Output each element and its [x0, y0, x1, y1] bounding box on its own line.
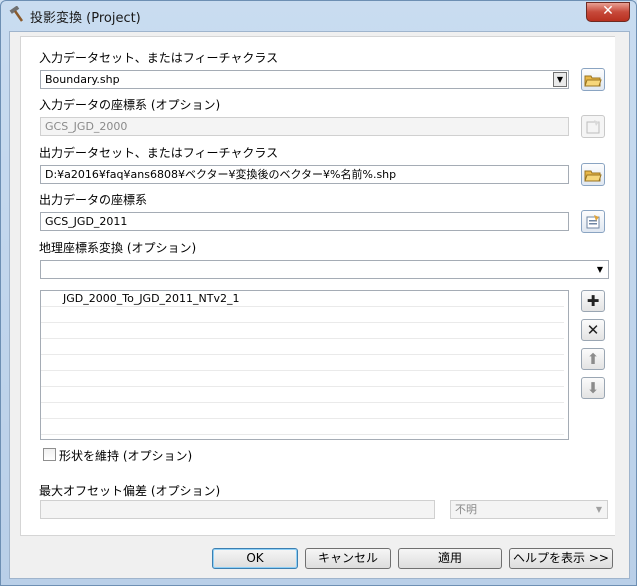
max-offset-label: 最大オフセット偏差 (オプション) — [39, 484, 221, 498]
properties-icon — [586, 215, 600, 229]
list-item[interactable] — [41, 419, 564, 435]
input-crs-label: 入力データの座標系 (オプション) — [39, 98, 221, 112]
geo-transform-label: 地理座標系変換 (オプション) — [39, 241, 197, 255]
list-item[interactable] — [41, 403, 564, 419]
output-dataset-field[interactable]: D:¥a2016¥faq¥ans6808¥ベクター¥変換後のベクター¥%名前%.… — [40, 165, 569, 184]
output-crs-properties-button[interactable] — [581, 210, 605, 233]
max-offset-unit-combo: 不明 ▼ — [450, 500, 608, 519]
list-item[interactable] — [41, 323, 564, 339]
open-folder-icon — [584, 170, 602, 182]
input-crs-field: GCS_JGD_2000 — [40, 117, 569, 136]
move-down-button: ⬇ — [581, 377, 605, 399]
dialog-window: 投影変換 (Project) ✕ 入力データセット、またはフィーチャクラス Bo… — [0, 0, 637, 586]
chevron-down-icon[interactable]: ▼ — [553, 72, 567, 87]
list-item[interactable]: JGD_2000_To_JGD_2011_NTv2_1 — [41, 291, 564, 307]
input-crs-properties-button — [581, 115, 605, 138]
input-dataset-label: 入力データセット、またはフィーチャクラス — [39, 51, 279, 65]
list-item[interactable] — [41, 371, 564, 387]
output-crs-field[interactable]: GCS_JGD_2011 — [40, 212, 569, 231]
geo-transform-combo[interactable]: ▼ — [40, 260, 609, 279]
add-item-button[interactable]: ✚ — [581, 290, 605, 312]
remove-item-button[interactable]: ✕ — [581, 319, 605, 341]
window-title: 投影変換 (Project) — [30, 11, 141, 26]
hammer-icon — [7, 5, 25, 24]
title-bar: 投影変換 (Project) ✕ — [1, 1, 636, 29]
properties-icon — [586, 120, 600, 134]
max-offset-unit-value: 不明 — [455, 503, 477, 516]
list-item[interactable] — [41, 387, 564, 403]
preserve-shape-checkbox[interactable] — [43, 448, 56, 461]
chevron-down-icon[interactable]: ▼ — [595, 263, 605, 276]
preserve-shape-label: 形状を維持 (オプション) — [59, 449, 193, 463]
apply-button[interactable]: 適用 — [398, 548, 502, 569]
help-button[interactable]: ヘルプを表示 >> — [509, 548, 613, 569]
list-item[interactable] — [41, 339, 564, 355]
output-crs-label: 出力データの座標系 — [39, 193, 148, 207]
ok-button[interactable]: OK — [212, 548, 298, 569]
input-dataset-combo[interactable]: Boundary.shp ▼ — [40, 70, 569, 89]
browse-output-button[interactable] — [581, 163, 605, 186]
vertical-scrollbar[interactable] — [615, 36, 625, 536]
geo-transform-list[interactable]: JGD_2000_To_JGD_2011_NTv2_1 — [40, 290, 569, 440]
browse-input-button[interactable] — [581, 68, 605, 91]
list-item[interactable] — [41, 307, 564, 323]
parameters-panel: 入力データセット、またはフィーチャクラス Boundary.shp ▼ 入力デー… — [20, 36, 619, 536]
output-dataset-label: 出力データセット、またはフィーチャクラス — [39, 146, 279, 160]
max-offset-field — [40, 500, 435, 519]
dialog-client: 入力データセット、またはフィーチャクラス Boundary.shp ▼ 入力デー… — [9, 31, 630, 579]
close-button[interactable]: ✕ — [586, 2, 630, 22]
cancel-button[interactable]: キャンセル — [305, 548, 391, 569]
open-folder-icon — [584, 75, 602, 87]
input-dataset-value: Boundary.shp — [45, 73, 120, 86]
list-item[interactable] — [41, 355, 564, 371]
move-up-button: ⬆ — [581, 348, 605, 370]
chevron-down-icon: ▼ — [595, 505, 603, 514]
